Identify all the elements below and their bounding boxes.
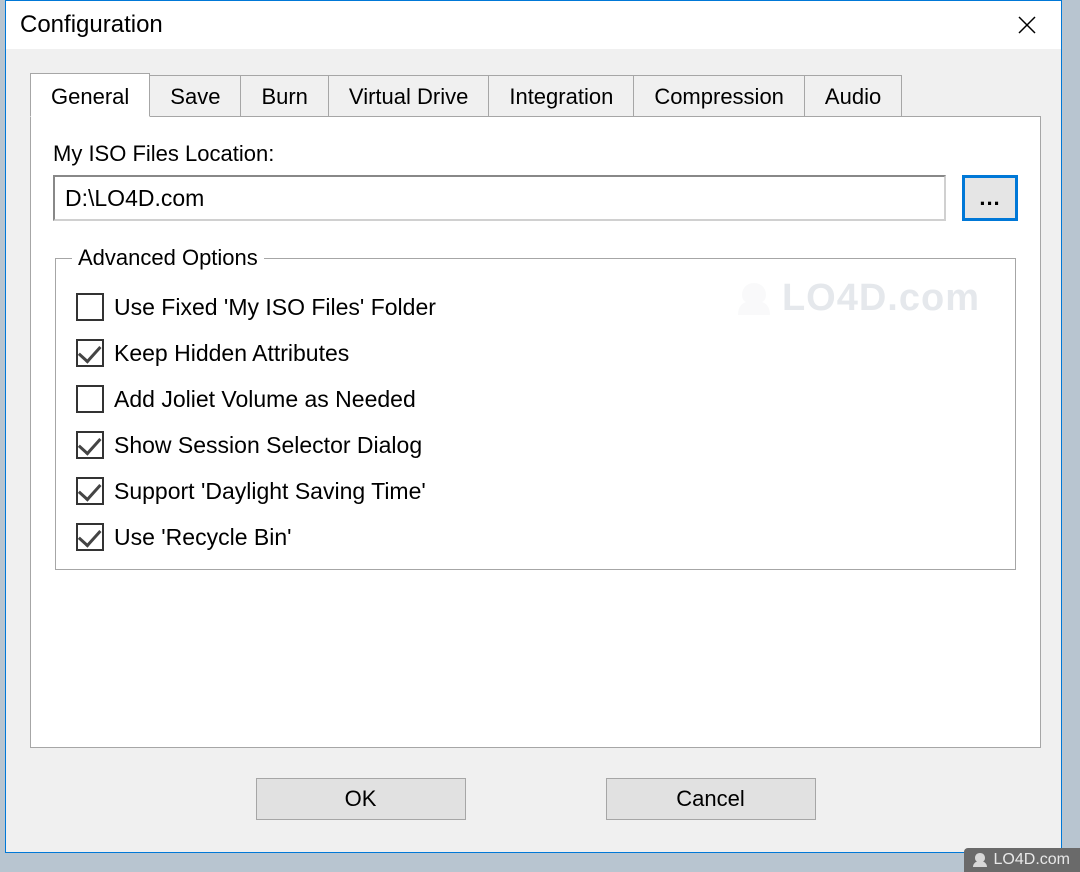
label-use-recycle[interactable]: Use 'Recycle Bin' bbox=[114, 524, 292, 551]
advanced-options-legend: Advanced Options bbox=[72, 245, 264, 271]
configuration-dialog: Configuration General Save Burn Virtual … bbox=[5, 0, 1062, 853]
checkbox-show-session[interactable] bbox=[76, 431, 104, 459]
tab-strip: General Save Burn Virtual Drive Integrat… bbox=[30, 71, 1041, 116]
checkbox-add-joliet[interactable] bbox=[76, 385, 104, 413]
tab-integration[interactable]: Integration bbox=[488, 75, 634, 116]
label-use-fixed-folder[interactable]: Use Fixed 'My ISO Files' Folder bbox=[114, 294, 436, 321]
tab-burn[interactable]: Burn bbox=[240, 75, 328, 116]
option-add-joliet: Add Joliet Volume as Needed bbox=[76, 385, 995, 413]
iso-location-label: My ISO Files Location: bbox=[53, 141, 1018, 167]
close-icon bbox=[1017, 15, 1037, 35]
label-keep-hidden[interactable]: Keep Hidden Attributes bbox=[114, 340, 349, 367]
label-support-dst[interactable]: Support 'Daylight Saving Time' bbox=[114, 478, 426, 505]
ok-button[interactable]: OK bbox=[256, 778, 466, 820]
checkbox-use-recycle[interactable] bbox=[76, 523, 104, 551]
site-watermark-text: LO4D.com bbox=[994, 851, 1070, 868]
close-button[interactable] bbox=[1003, 5, 1051, 45]
option-keep-hidden: Keep Hidden Attributes bbox=[76, 339, 995, 367]
iso-location-row: ... bbox=[53, 175, 1018, 221]
label-show-session[interactable]: Show Session Selector Dialog bbox=[114, 432, 422, 459]
dialog-buttons: OK Cancel bbox=[30, 778, 1041, 820]
browse-button[interactable]: ... bbox=[962, 175, 1018, 221]
option-show-session: Show Session Selector Dialog bbox=[76, 431, 995, 459]
tab-compression[interactable]: Compression bbox=[633, 75, 805, 116]
site-watermark-icon bbox=[972, 852, 988, 868]
cancel-button[interactable]: Cancel bbox=[606, 778, 816, 820]
tab-save[interactable]: Save bbox=[149, 75, 241, 116]
window-title: Configuration bbox=[20, 11, 163, 39]
site-watermark: LO4D.com bbox=[964, 848, 1080, 872]
tab-virtual-drive[interactable]: Virtual Drive bbox=[328, 75, 489, 116]
option-use-fixed-folder: Use Fixed 'My ISO Files' Folder bbox=[76, 293, 995, 321]
option-use-recycle: Use 'Recycle Bin' bbox=[76, 523, 995, 551]
checkbox-support-dst[interactable] bbox=[76, 477, 104, 505]
checkbox-use-fixed-folder[interactable] bbox=[76, 293, 104, 321]
iso-location-input[interactable] bbox=[53, 175, 946, 221]
titlebar: Configuration bbox=[6, 1, 1061, 49]
client-area: General Save Burn Virtual Drive Integrat… bbox=[6, 49, 1061, 852]
tab-panel-general: LO4D.com My ISO Files Location: ... Adva… bbox=[30, 116, 1041, 748]
checkbox-keep-hidden[interactable] bbox=[76, 339, 104, 367]
tab-audio[interactable]: Audio bbox=[804, 75, 902, 116]
advanced-options-group: Advanced Options Use Fixed 'My ISO Files… bbox=[55, 245, 1016, 570]
label-add-joliet[interactable]: Add Joliet Volume as Needed bbox=[114, 386, 416, 413]
option-support-dst: Support 'Daylight Saving Time' bbox=[76, 477, 995, 505]
tab-general[interactable]: General bbox=[30, 73, 150, 117]
